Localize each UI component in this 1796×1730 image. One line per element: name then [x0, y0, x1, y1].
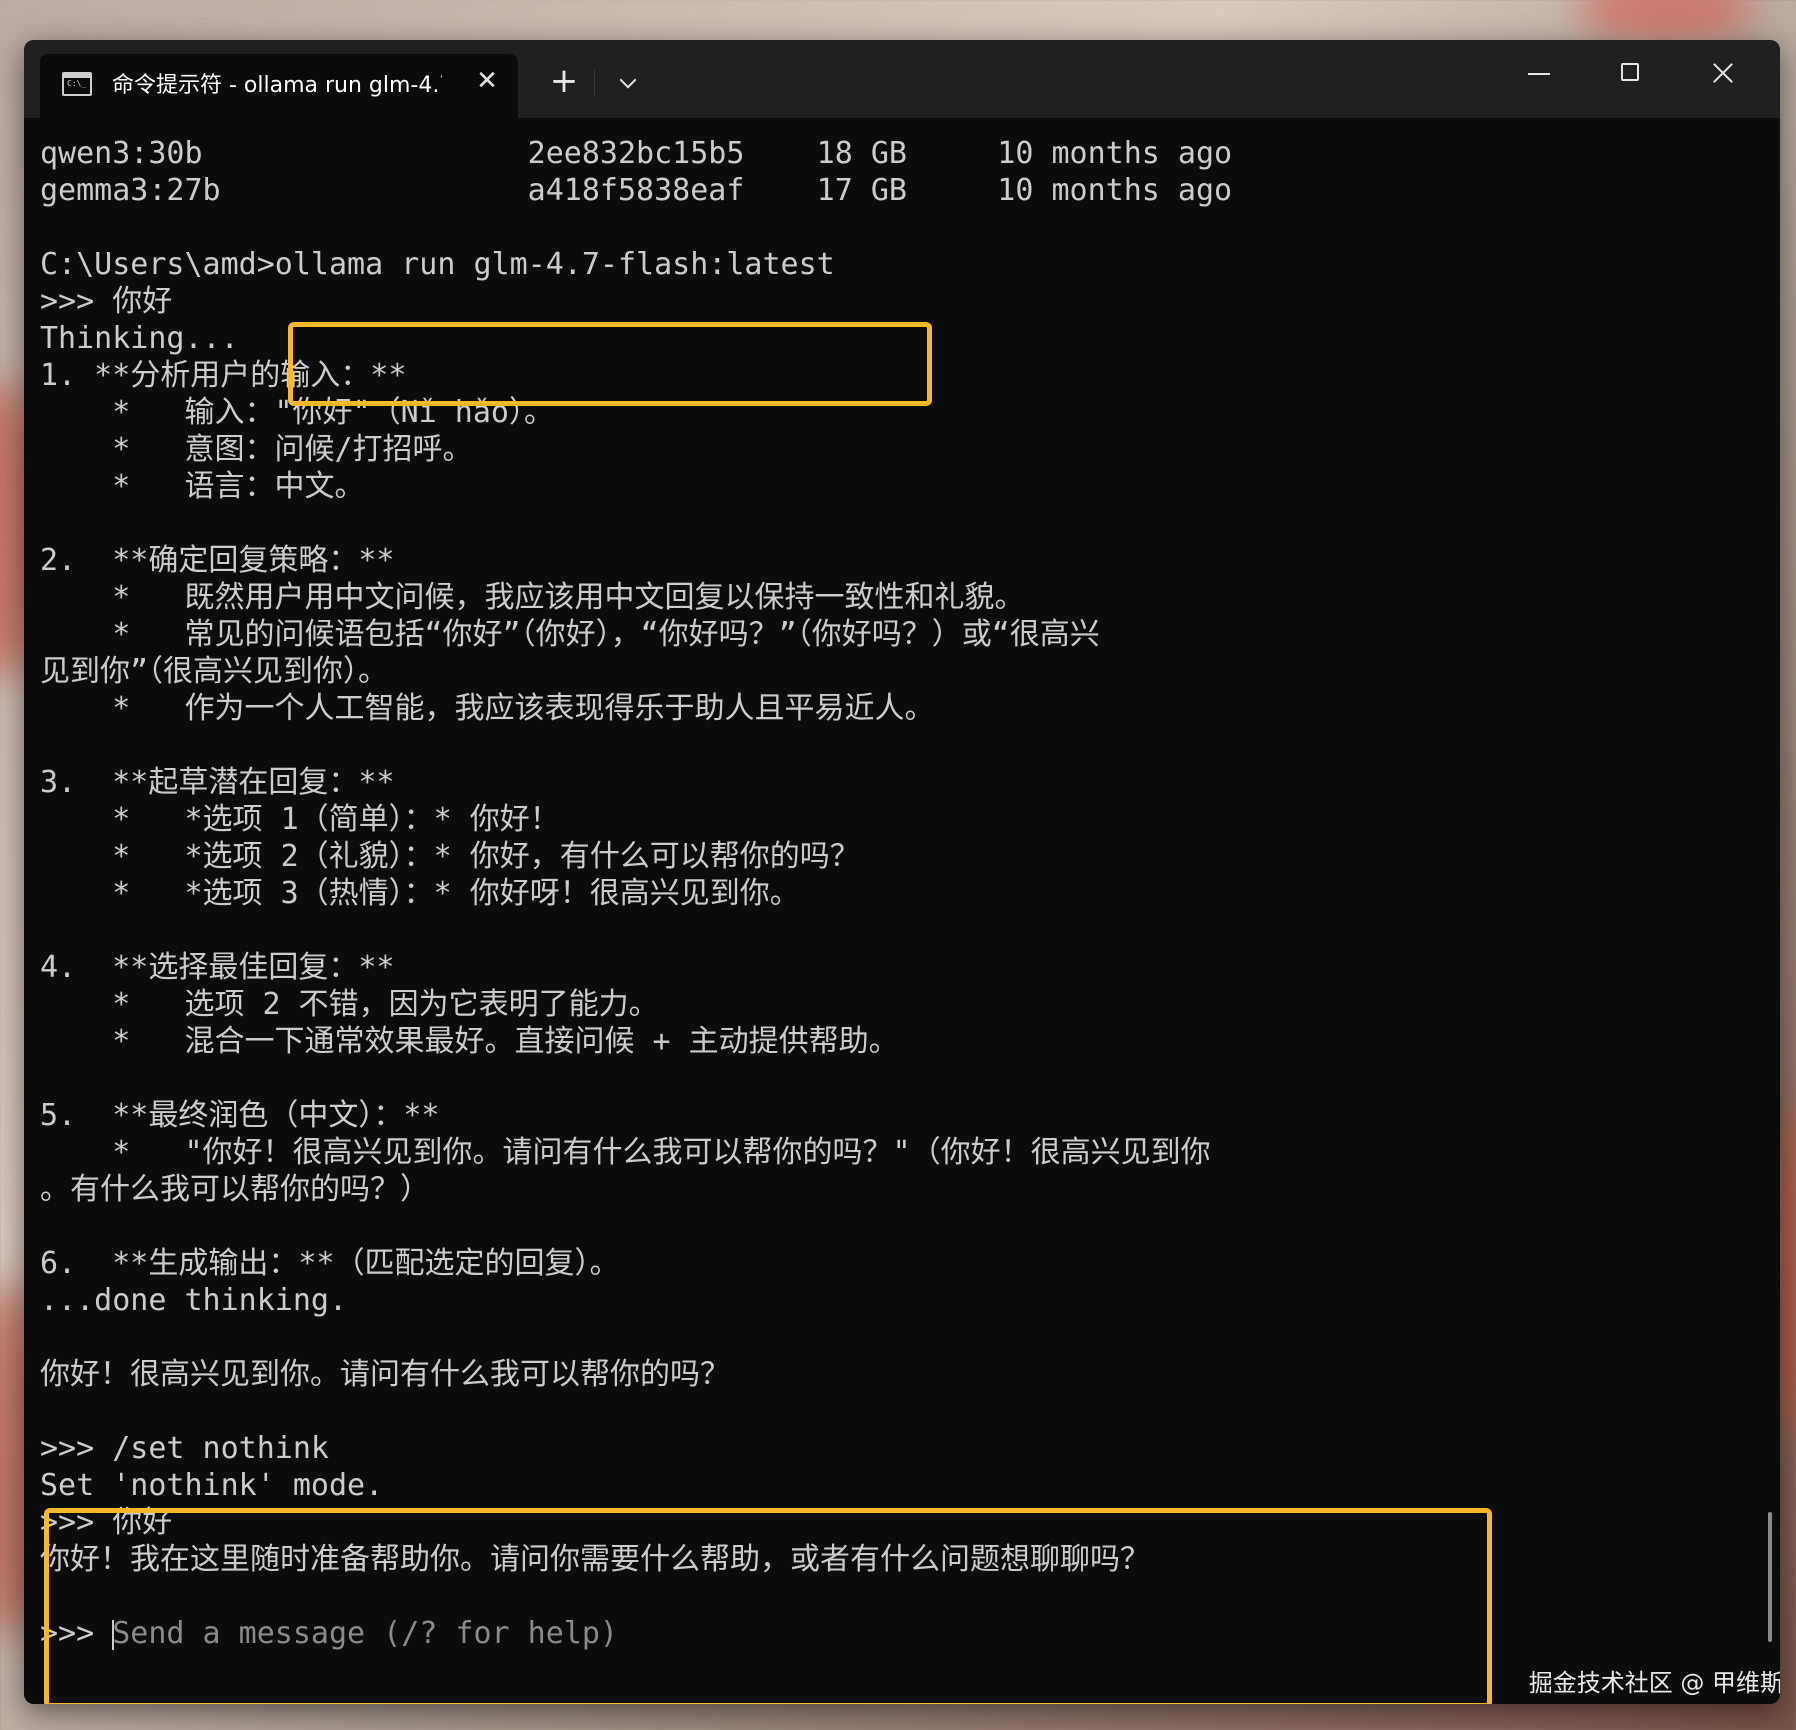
terminal-line: * *选项 2（礼貌）：* 你好，有什么可以帮你的吗？	[40, 839, 860, 874]
terminal-line: * 常见的问候语包括“你好”（你好），“你好吗？”（你好吗？）或“很高兴	[40, 617, 1100, 652]
terminal-line: * 意图：问候/打招呼。	[40, 432, 473, 467]
highlight-box-run-command	[288, 322, 932, 406]
terminal-line: 。有什么我可以帮你的吗？）	[40, 1172, 430, 1207]
terminal-line: 你好！很高兴见到你。请问有什么我可以帮你的吗？	[40, 1357, 730, 1392]
terminal-line: * "你好！很高兴见到你。请问有什么我可以帮你的吗？"（你好！很高兴见到你	[40, 1135, 1211, 1170]
close-window-icon[interactable]	[1688, 46, 1758, 106]
tab-divider	[594, 70, 595, 96]
terminal-line: 6. **生成输出：**（匹配选定的回复）。	[40, 1246, 620, 1281]
title-bar[interactable]: C:\_ 命令提示符 - ollama run glm-4.7-flash:la…	[24, 40, 1780, 118]
terminal-line: C:\Users\amd>ollama run glm-4.7-flash:la…	[40, 247, 835, 282]
terminal-line: gemma3:27b a418f5838eaf 17 GB 10 months …	[40, 173, 1233, 208]
terminal-line: * 既然用户用中文问候，我应该用中文回复以保持一致性和礼貌。	[40, 580, 1025, 615]
chevron-down-icon[interactable]	[612, 68, 646, 102]
terminal-line: qwen3:30b 2ee832bc15b5 18 GB 10 months a…	[40, 136, 1233, 171]
terminal-line: >>> 你好	[40, 284, 173, 319]
terminal-line: * 混合一下通常效果最好。直接问候 + 主动提供帮助。	[40, 1024, 899, 1059]
terminal-line: 3. **起草潜在回复：**	[40, 765, 395, 800]
scrollbar[interactable]	[1768, 1512, 1772, 1642]
terminal-icon: C:\_	[62, 72, 92, 96]
minimize-icon[interactable]	[1504, 46, 1574, 106]
wallpaper-accent	[1576, 0, 1756, 40]
terminal-line: 2. **确定回复策略：**	[40, 543, 395, 578]
tab-title: 命令提示符 - ollama run glm-4.7-flash:latest	[112, 73, 442, 98]
terminal-line: * 选项 2 不错，因为它表明了能力。	[40, 987, 659, 1022]
terminal-line: ...done thinking.	[40, 1283, 348, 1318]
terminal-line: 见到你”（很高兴见到你）。	[40, 654, 389, 689]
terminal-line: >>> /set nothink	[40, 1431, 329, 1466]
close-icon[interactable]: ✕	[472, 66, 502, 96]
maximize-icon[interactable]	[1596, 46, 1666, 106]
tab-command-prompt[interactable]: C:\_ 命令提示符 - ollama run glm-4.7-flash:la…	[40, 54, 518, 118]
terminal-line: Set 'nothink' mode.	[40, 1468, 384, 1503]
terminal-line: * 作为一个人工智能，我应该表现得乐于助人且平易近人。	[40, 691, 935, 726]
terminal-line: Thinking...	[40, 321, 239, 356]
terminal-line: 5. **最终润色（中文）：**	[40, 1098, 440, 1133]
plus-icon[interactable]: +	[544, 62, 584, 102]
terminal-window: C:\_ 命令提示符 - ollama run glm-4.7-flash:la…	[24, 40, 1780, 1704]
terminal-line: 4. **选择最佳回复：**	[40, 950, 395, 985]
terminal-line: * 语言：中文。	[40, 469, 365, 504]
terminal-line: * *选项 1（简单）：* 你好！	[40, 802, 560, 837]
highlight-box-nothink	[44, 1508, 1492, 1704]
watermark: 掘金技术社区 @ 甲维斯	[1528, 1669, 1780, 1697]
terminal-line: * *选项 3（热情）：* 你好呀！很高兴见到你。	[40, 876, 800, 911]
terminal-output[interactable]: qwen3:30b 2ee832bc15b5 18 GB 10 months a…	[40, 136, 1740, 1704]
